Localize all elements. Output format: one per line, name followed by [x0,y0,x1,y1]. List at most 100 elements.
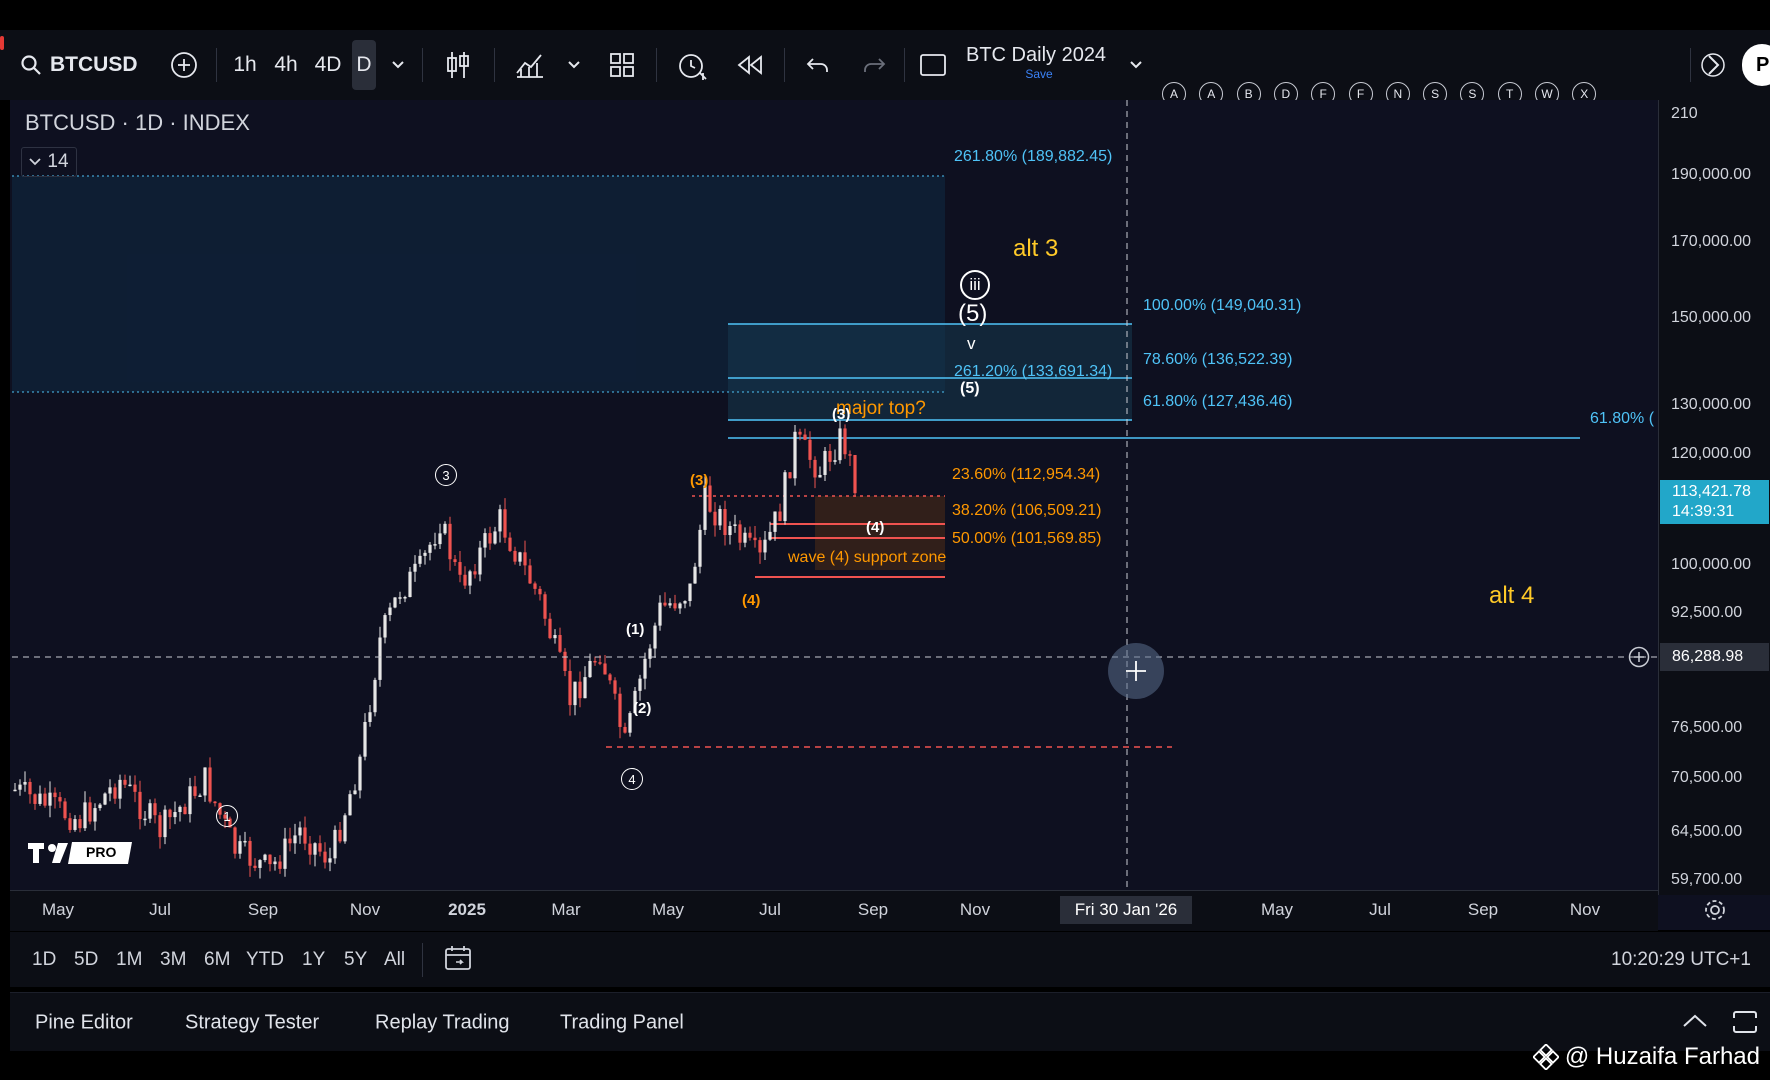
candle-body [678,603,682,609]
candle-body [383,615,387,638]
wave-3-top-label: (3) [832,406,851,423]
collapse-panel-button[interactable] [1680,1010,1710,1032]
range-button-all[interactable]: All [384,949,405,971]
candle-body [123,779,127,785]
candle-body [548,618,552,639]
time-axis-label: Nov [349,900,381,919]
candle-body [853,454,857,494]
alert-button[interactable] [674,30,710,100]
legend-collapse-button[interactable]: 14 [21,147,77,177]
candle-body [238,841,242,854]
candle-body [338,829,342,842]
candle-body [838,428,842,461]
range-button-1d[interactable]: 1D [32,949,56,971]
interval-4d[interactable]: 4D [312,30,344,100]
candle-body [333,829,337,859]
candle-body [708,485,712,512]
undo-icon [806,58,828,72]
interval-dropdown[interactable] [386,30,410,100]
candle-body [173,812,177,818]
candle-body [263,854,267,861]
candle-body [293,835,297,844]
chevron-down-icon [1130,61,1142,69]
wave-1-label: (1) [626,621,645,638]
redo-button[interactable] [856,30,892,100]
interval-d[interactable]: D [352,40,376,90]
range-button-ytd[interactable]: YTD [246,949,284,971]
candle-body [253,865,257,868]
panel-tab-strategy-tester[interactable]: Strategy Tester [185,1012,319,1035]
candle-body [303,827,307,844]
candle-body [108,787,112,794]
candle-body [178,806,182,813]
time-axis-label: Jul [759,900,781,919]
candle-body [533,583,537,589]
undo-button[interactable] [800,30,836,100]
candle-body [718,509,722,526]
candle-body [733,524,737,526]
wave-circle-3: 3 [435,464,457,486]
candle-body [58,797,62,802]
chevron-up-icon [1683,1014,1707,1027]
range-button-5y[interactable]: 5Y [344,949,367,971]
layouts-button[interactable] [604,30,640,100]
chart-settings-button[interactable] [1702,897,1728,923]
candle-body [663,602,667,606]
replay-button[interactable] [732,30,768,100]
candle-body [503,509,507,538]
candle-body [148,803,152,819]
crosshair-price-tag: 86,288.98 [1660,643,1769,671]
panel-tab-pine-editor[interactable]: Pine Editor [35,1012,133,1035]
candle-body [623,726,627,733]
clock-timezone[interactable]: 10:20:29 UTC+1 [1611,949,1751,971]
range-button-1m[interactable]: 1M [116,949,142,971]
layout-name-button[interactable]: BTC Daily 2024 Save [966,44,1112,88]
interval-1h[interactable]: 1h [230,30,260,100]
range-button-3m[interactable]: 3M [160,949,186,971]
interval-4h[interactable]: 4h [270,30,302,100]
candle-body [513,550,517,562]
chart-canvas[interactable] [10,100,1658,890]
maximize-panel-button[interactable] [1730,1008,1760,1036]
candle-body [248,840,252,866]
price-axis-label: 190,000.00 [1671,166,1752,183]
compare-add-button[interactable] [166,30,202,100]
alarm-clock-icon [679,54,707,80]
go-to-date-button[interactable] [444,945,476,975]
candle-body [823,450,827,475]
indicators-button[interactable] [512,30,548,100]
panel-tab-trading-panel[interactable]: Trading Panel [560,1012,684,1035]
candle-body [68,818,72,830]
candle-body [158,815,162,838]
symbol-search[interactable]: BTCUSD [20,30,150,100]
panel-tab-replay-trading[interactable]: Replay Trading [375,1012,510,1035]
fullscreen-button[interactable] [916,30,950,100]
indicators-dropdown[interactable] [562,30,586,100]
side-panel-toggle[interactable] [1698,30,1728,100]
candle-body [18,784,22,790]
range-button-1y[interactable]: 1Y [302,949,325,971]
symbol-label: BTCUSD [50,53,138,76]
binance-logo-icon [1532,1044,1559,1070]
candle-body [133,784,137,792]
candle-body [438,533,442,545]
candle-body [688,583,692,602]
candle-body [323,851,327,863]
top-toolbar: BTCUSD 1h 4h 4D D BTC Daily 2024 Save A … [0,30,1770,106]
layout-dropdown[interactable] [1124,30,1148,100]
candle-body [558,635,562,652]
candle-body [778,511,782,522]
chart-type-button[interactable] [440,30,476,100]
candle-body [603,663,607,675]
fib-label-100: 100.00% (149,040.31) [1143,297,1302,314]
add-price-alert-button[interactable] [1628,646,1650,668]
range-button-5d[interactable]: 5D [74,949,98,971]
crosshair-handle[interactable] [1108,643,1164,699]
time-axis-label: May [41,900,75,919]
candle-body [698,529,702,567]
candle-body [433,544,437,546]
publish-button[interactable]: Pu [1742,44,1770,86]
candle-body [128,784,132,787]
range-button-6m[interactable]: 6M [204,949,230,971]
candle-body [818,474,822,478]
